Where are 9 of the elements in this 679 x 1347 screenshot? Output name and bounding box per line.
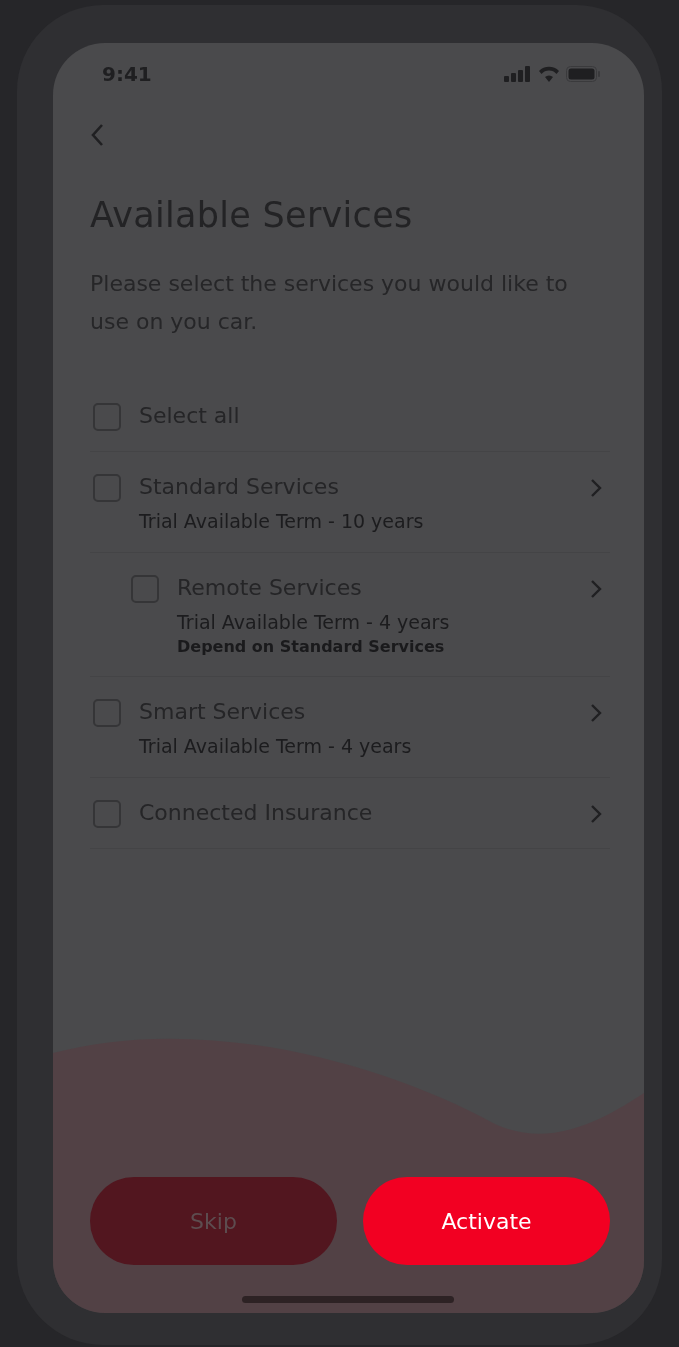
battery-icon <box>566 66 600 82</box>
chevron-right-icon[interactable] <box>590 703 602 723</box>
chevron-right-icon[interactable] <box>590 804 602 824</box>
signal-icon <box>504 66 532 82</box>
chevron-right-icon[interactable] <box>590 478 602 498</box>
wifi-icon <box>538 66 560 82</box>
chevron-right-icon[interactable] <box>590 579 602 599</box>
back-icon[interactable] <box>90 123 104 147</box>
activate-button[interactable]: Activate <box>363 1177 610 1265</box>
